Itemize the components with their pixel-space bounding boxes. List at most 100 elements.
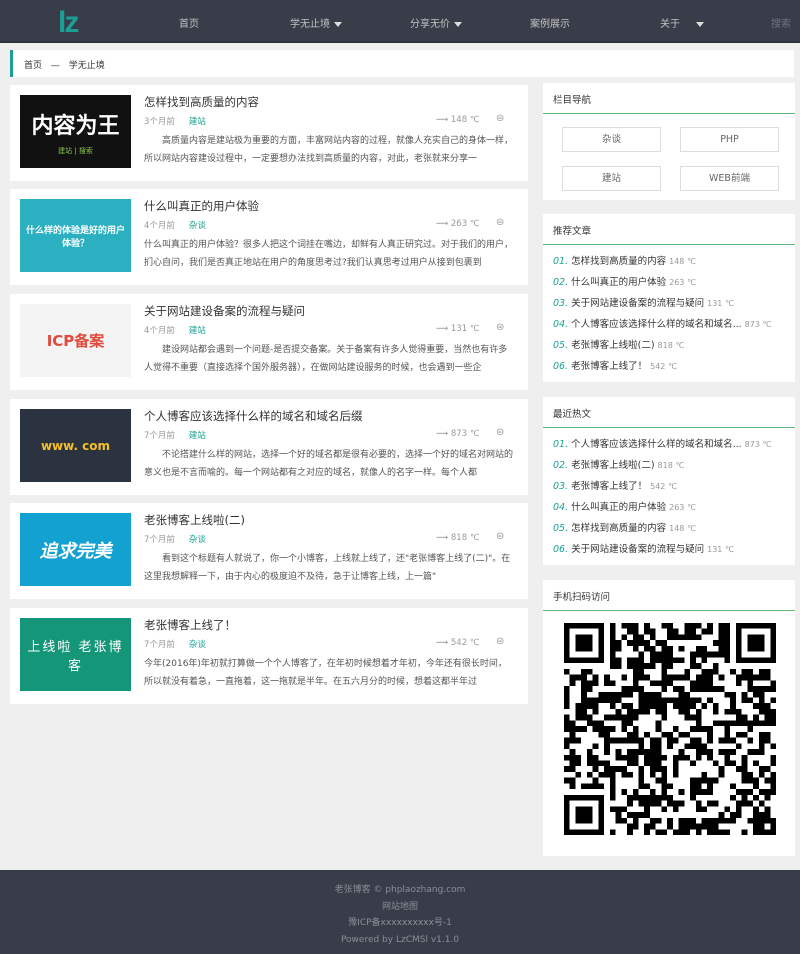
article-card: 什么样的体验是好的用户体验？ 什么叫真正的用户体验 4个月前 杂谈 ⟿ 263 ℃…	[10, 189, 528, 285]
nav-cases[interactable]: 案例展示	[530, 15, 570, 30]
article-summary: 今年(2016年)年初就打算做一个个人博客了，在年初时候想着才年初，今年还有很长…	[144, 659, 507, 687]
article-link-heat: 542 ℃	[650, 362, 677, 371]
article-link[interactable]: 03. 老张博客上线了！ 542 ℃	[553, 476, 785, 497]
article-title[interactable]: 老张博客上线了！	[144, 617, 236, 633]
article-time: 3个月前	[144, 117, 175, 127]
article-title[interactable]: 怎样找到高质量的内容	[144, 94, 259, 110]
category-button-site[interactable]: 建站	[562, 166, 661, 191]
article-link-heat: 818 ℃	[657, 341, 685, 350]
article-link-title: 老张博客上线啦(二)	[571, 460, 655, 471]
article-link-heat: 148 ℃	[669, 257, 696, 266]
article-thumbnail[interactable]: 追求完美	[20, 513, 131, 586]
nav-label: 学无止境	[290, 19, 330, 30]
article-thumbnail[interactable]: 内容为王 建站 | 搜索	[20, 95, 131, 168]
article-link[interactable]: 01. 个人博客应该选择什么样的域名和域名... 873 ℃	[553, 434, 785, 455]
article-card: 内容为王 建站 | 搜索 怎样找到高质量的内容 3个月前 建站 ⟿ 148 ℃ ⊜ …	[10, 85, 528, 181]
footer-copyright: 老张博客 © phplaozhang.com	[334, 885, 466, 895]
article-link[interactable]: 02. 老张博客上线啦(二) 818 ℃	[553, 455, 785, 476]
qr-panel: 手机扫码访问	[543, 580, 795, 856]
article-link-title: 什么叫真正的用户体验	[571, 502, 667, 513]
hot-panel: 最近热文 01. 个人博客应该选择什么样的域名和域名... 873 ℃ 02. 老张博客…	[543, 397, 795, 565]
breadcrumb-home[interactable]: 首页	[24, 61, 42, 71]
article-summary: 建设网站都会遇到一个问题-是否提交备案。关于备案有许多人觉得重要，当然也有许多人…	[144, 345, 508, 373]
article-link[interactable]: 04. 什么叫真正的用户体验 263 ℃	[553, 497, 785, 518]
article-category[interactable]: 建站	[189, 326, 206, 336]
nav-home[interactable]: 首页	[179, 15, 199, 30]
thumbnail-text: 上线啦 老张博客	[27, 639, 124, 674]
comment-icon[interactable]: ⊜	[496, 322, 504, 333]
article-title[interactable]: 关于网站建设备案的流程与疑问	[144, 303, 305, 319]
comment-icon[interactable]: ⊜	[496, 217, 504, 228]
footer-sitemap-link[interactable]: 网站地图	[0, 899, 800, 916]
comment-icon[interactable]: ⊜	[496, 531, 504, 542]
caret-down-icon	[454, 21, 462, 27]
article-link-title: 怎样找到高质量的内容	[571, 256, 667, 267]
search-link[interactable]: 搜索	[771, 15, 791, 30]
site-logo[interactable]: lz	[58, 6, 79, 40]
panel-title: 栏目导航	[543, 83, 795, 114]
article-time: 4个月前	[144, 221, 175, 231]
footer-icp[interactable]: 豫ICP备xxxxxxxxxx号-1	[0, 915, 800, 932]
article-category[interactable]: 建站	[189, 117, 206, 127]
category-button-web[interactable]: WEB前端	[680, 166, 779, 191]
breadcrumb-separator: —	[50, 61, 60, 71]
thumbnail-text: www. com	[40, 438, 111, 453]
thumbnail-text: ICP备案	[46, 332, 105, 350]
comment-icon[interactable]: ⊜	[496, 427, 504, 438]
article-category[interactable]: 杂谈	[189, 221, 206, 231]
nav-learning[interactable]: 学无止境	[290, 15, 342, 30]
article-link[interactable]: 06. 关于网站建设备案的流程与疑问 131 ℃	[553, 539, 785, 560]
thumbnail-text: 追求完美	[39, 540, 112, 562]
footer: 老张博客 © phplaozhang.com 网站地图 豫ICP备xxxxxxx…	[0, 870, 800, 954]
article-link[interactable]: 02. 什么叫真正的用户体验 263 ℃	[553, 272, 785, 293]
article-title[interactable]: 老张博客上线啦(二)	[144, 512, 245, 528]
article-heat: 148 ℃	[450, 115, 480, 125]
article-card: ICP备案 关于网站建设备案的流程与疑问 4个月前 建站 ⟿ 131 ℃ ⊜ 建设…	[10, 294, 528, 390]
comment-icon[interactable]: ⊜	[496, 636, 504, 647]
nav-label: 关于	[660, 19, 680, 30]
article-summary: 看到这个标题有人就说了，你一个小博客，上线就上线了，还"老张博客上线了(二)"。…	[144, 554, 511, 582]
article-category[interactable]: 杂谈	[189, 640, 206, 650]
caret-down-icon	[696, 21, 704, 27]
article-category[interactable]: 杂谈	[189, 535, 206, 545]
rank-number: 02.	[553, 277, 569, 288]
nav-label: 首页	[179, 19, 199, 30]
footer-powered: Powered by LzCMSl v1.1.0	[340, 934, 460, 945]
nav-sharing[interactable]: 分享无价	[410, 15, 462, 30]
article-heat: 542 ℃	[450, 638, 480, 648]
article-thumbnail[interactable]: 上线啦 老张博客	[20, 618, 131, 691]
category-button-misc[interactable]: 杂谈	[562, 127, 661, 152]
article-thumbnail[interactable]: 什么样的体验是好的用户体验？	[20, 199, 131, 272]
caret-down-icon	[334, 21, 342, 27]
article-link[interactable]: 06. 老张博客上线了！ 542 ℃	[553, 356, 785, 377]
article-category[interactable]: 建站	[189, 431, 206, 441]
rank-number: 06.	[553, 544, 569, 555]
article-link-title: 老张博客上线了！	[571, 481, 648, 492]
article-time: 7个月前	[144, 640, 175, 650]
nav-about[interactable]: 关于	[660, 15, 704, 30]
article-link[interactable]: 01. 怎样找到高质量的内容 148 ℃	[553, 251, 785, 272]
rank-number: 06.	[553, 361, 569, 372]
heat-pulse-icon: ⟿	[436, 115, 449, 125]
thumbnail-text: 内容为王	[31, 113, 120, 139]
rank-number: 05.	[553, 523, 569, 534]
article-title[interactable]: 什么叫真正的用户体验	[144, 198, 259, 214]
article-link[interactable]: 05. 老张博客上线啦(二) 818 ℃	[553, 335, 785, 356]
article-thumbnail[interactable]: www. com	[20, 409, 131, 482]
article-link[interactable]: 04. 个人博客应该选择什么样的域名和域名... 873 ℃	[553, 314, 785, 335]
category-button-php[interactable]: PHP	[680, 127, 779, 152]
rank-number: 02.	[553, 460, 569, 471]
category-nav-panel: 栏目导航 杂谈 PHP 建站 WEB前端	[543, 83, 795, 200]
article-link-heat: 263 ℃	[669, 503, 696, 512]
article-link-title: 关于网站建设备案的流程与疑问	[571, 544, 705, 555]
article-thumbnail[interactable]: ICP备案	[20, 304, 131, 377]
article-link[interactable]: 03. 关于网站建设备案的流程与疑问 131 ℃	[553, 293, 785, 314]
article-link-heat: 818 ℃	[657, 461, 685, 470]
article-time: 7个月前	[144, 535, 175, 545]
article-link[interactable]: 05. 怎样找到高质量的内容 148 ℃	[553, 518, 785, 539]
comment-icon[interactable]: ⊜	[496, 113, 504, 124]
article-title[interactable]: 个人博客应该选择什么样的域名和域名后缀	[144, 408, 363, 424]
article-time: 4个月前	[144, 326, 175, 336]
rank-number: 01.	[553, 256, 569, 267]
article-link-heat: 148 ℃	[669, 524, 696, 533]
